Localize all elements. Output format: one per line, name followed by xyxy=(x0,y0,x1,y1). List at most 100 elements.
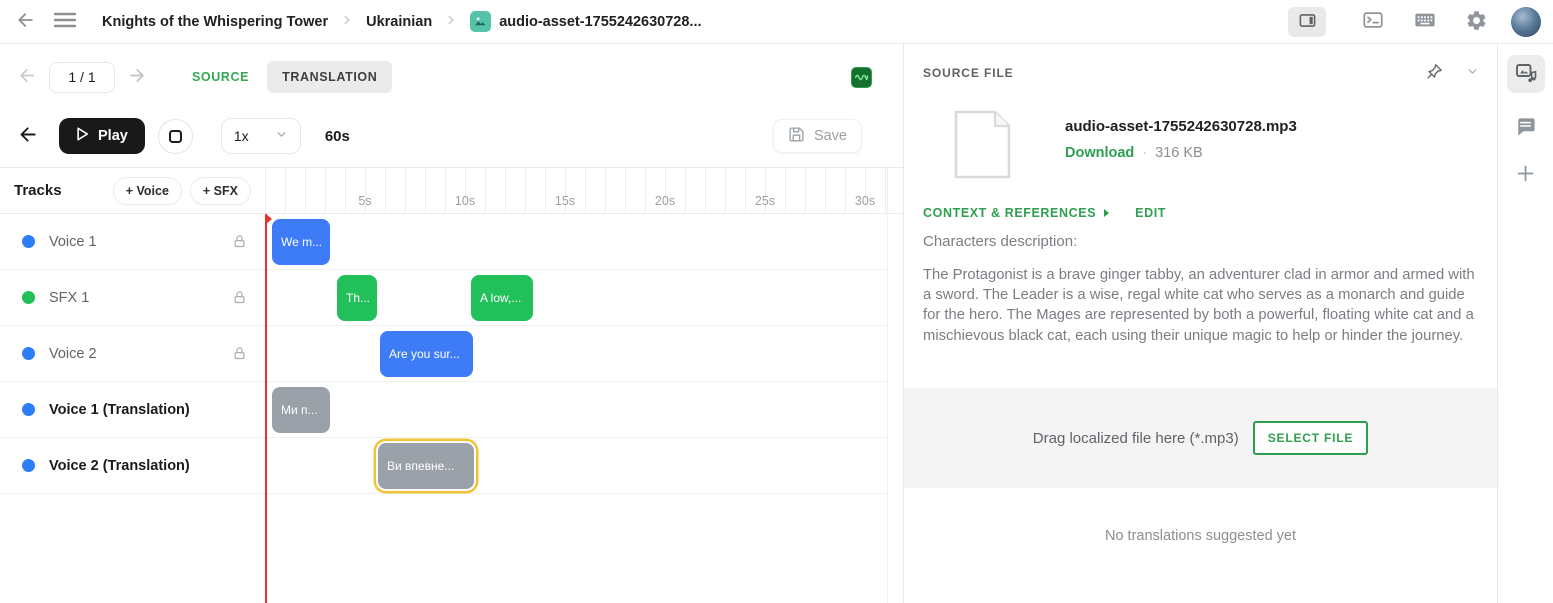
terminal-icon xyxy=(1361,9,1385,34)
chevron-down-icon xyxy=(275,128,288,144)
track-lane[interactable]: Ми п... xyxy=(265,382,887,437)
pager-row: 1 / 1 SOURCE TRANSLATION xyxy=(0,56,903,98)
audio-clip[interactable]: Ви впевне... xyxy=(378,443,474,489)
user-avatar[interactable] xyxy=(1511,7,1541,37)
track-header[interactable]: Voice 2 (Translation) xyxy=(0,438,265,493)
play-button[interactable]: Play xyxy=(59,118,145,154)
context-references-label: CONTEXT & REFERENCES xyxy=(923,206,1096,220)
panel-header: SOURCE FILE xyxy=(923,58,1483,88)
pin-button[interactable] xyxy=(1421,58,1448,88)
breadcrumb-file-label: audio-asset-1755242630728... xyxy=(499,14,701,30)
stop-icon xyxy=(169,130,182,143)
audio-clip[interactable]: Ми п... xyxy=(272,387,330,433)
file-document-icon xyxy=(954,110,1011,184)
play-icon xyxy=(76,127,89,145)
caret-right-icon xyxy=(1104,209,1109,217)
chevron-right-icon xyxy=(444,13,458,31)
breadcrumb: Knights of the Whispering Tower Ukrainia… xyxy=(102,11,702,32)
breadcrumb-file[interactable]: audio-asset-1755242630728... xyxy=(470,11,701,32)
tab-translation[interactable]: TRANSLATION xyxy=(267,61,392,93)
terminal-button[interactable] xyxy=(1357,5,1389,38)
track-color-dot xyxy=(22,347,35,360)
chevron-right-icon xyxy=(340,13,354,31)
menu-button[interactable] xyxy=(50,7,80,36)
track-label: Voice 1 xyxy=(49,234,97,250)
sidebar-layout-icon xyxy=(1297,11,1318,33)
audio-clip[interactable]: Th... xyxy=(337,275,377,321)
audio-clip[interactable]: Are you sur... xyxy=(380,331,473,377)
audio-clip[interactable]: We m... xyxy=(272,219,330,265)
audio-asset-chip-icon[interactable] xyxy=(851,67,872,88)
track-color-dot xyxy=(22,403,35,416)
edit-context-button[interactable]: EDIT xyxy=(1135,206,1166,220)
collapse-panel-button[interactable] xyxy=(1462,61,1483,85)
track-header[interactable]: Voice 1 (Translation) xyxy=(0,382,265,437)
file-sub: Download · 316 KB xyxy=(1065,145,1297,161)
track-label: Voice 2 (Translation) xyxy=(49,458,190,474)
track-color-dot xyxy=(22,291,35,304)
track-label: SFX 1 xyxy=(49,290,89,306)
file-size: 316 KB xyxy=(1155,145,1203,161)
previous-page-button[interactable] xyxy=(14,62,41,92)
track-label: Voice 2 xyxy=(49,346,97,362)
track-lane[interactable]: Are you sur... xyxy=(265,326,887,381)
context-subtitle: Characters description: xyxy=(923,233,1481,250)
track-row: Voice 1 (Translation)Ми п... xyxy=(0,382,887,438)
comments-tab-button[interactable] xyxy=(1514,115,1537,141)
stop-button[interactable] xyxy=(158,119,193,154)
panel-title: SOURCE FILE xyxy=(923,66,1014,80)
tracks-header-left: Tracks + Voice + SFX xyxy=(0,168,265,213)
select-file-button[interactable]: SELECT FILE xyxy=(1253,421,1368,455)
back-button[interactable] xyxy=(12,6,40,37)
ruler-label: 30s xyxy=(855,194,875,208)
source-file-panel: SOURCE FILE audio-asset-1755242 xyxy=(903,44,1497,603)
file-name: audio-asset-1755242630728.mp3 xyxy=(1065,118,1297,135)
exit-editor-button[interactable] xyxy=(14,120,43,152)
save-button[interactable]: Save xyxy=(773,119,862,153)
lock-icon[interactable] xyxy=(232,346,247,361)
playback-speed-select[interactable]: 1x xyxy=(221,118,301,154)
track-header[interactable]: Voice 1 xyxy=(0,214,265,269)
track-row: Voice 1 We m... xyxy=(0,214,887,270)
file-block: audio-asset-1755242630728.mp3 Download ·… xyxy=(954,110,1297,184)
add-voice-track-button[interactable]: + Voice xyxy=(113,177,182,205)
keyboard-button[interactable] xyxy=(1408,5,1442,38)
ruler-label: 5s xyxy=(358,194,371,208)
context-references-link[interactable]: CONTEXT & REFERENCES xyxy=(923,206,1109,220)
track-color-dot xyxy=(22,459,35,472)
lock-icon[interactable] xyxy=(232,234,247,249)
context-description: The Protagonist is a brave ginger tabby,… xyxy=(923,265,1481,346)
track-header[interactable]: Voice 2 xyxy=(0,326,265,381)
timeline-duration: 60s xyxy=(325,128,350,145)
panel-layout-toggle-button[interactable] xyxy=(1288,7,1326,37)
right-rail xyxy=(1497,44,1553,603)
app-root: Knights of the Whispering Tower Ukrainia… xyxy=(0,0,1553,603)
asset-thumbnail-icon xyxy=(470,11,491,32)
lock-icon[interactable] xyxy=(232,290,247,305)
page-indicator[interactable]: 1 / 1 xyxy=(49,62,115,93)
media-asset-tab-button[interactable] xyxy=(1507,55,1545,93)
add-sfx-track-button[interactable]: + SFX xyxy=(190,177,251,205)
track-header[interactable]: SFX 1 xyxy=(0,270,265,325)
track-row: Voice 2 Are you sur... xyxy=(0,326,887,382)
localized-file-dropzone[interactable]: Drag localized file here (*.mp3) SELECT … xyxy=(904,388,1497,488)
next-page-button[interactable] xyxy=(123,62,150,92)
breadcrumb-language[interactable]: Ukrainian xyxy=(366,14,432,30)
timeline-editor: 1 / 1 SOURCE TRANSLATION xyxy=(0,44,903,603)
tracks-title: Tracks xyxy=(14,182,62,199)
audio-asset-icon xyxy=(1514,61,1538,88)
track-lane[interactable]: Th... A low,... xyxy=(265,270,887,325)
play-label: Play xyxy=(98,128,128,144)
tab-source[interactable]: SOURCE xyxy=(182,62,259,92)
download-link[interactable]: Download xyxy=(1065,145,1134,161)
track-lane[interactable]: Ви впевне... xyxy=(265,438,887,493)
add-panel-button[interactable] xyxy=(1515,163,1536,189)
settings-button[interactable] xyxy=(1461,5,1492,39)
breadcrumb-project[interactable]: Knights of the Whispering Tower xyxy=(102,14,328,30)
track-row: Voice 2 (Translation) Ви впевне... xyxy=(0,438,887,494)
track-lane[interactable]: We m... xyxy=(265,214,887,269)
timeline-ruler[interactable]: 5s10s15s20s25s30s xyxy=(265,168,888,213)
chevron-down-icon xyxy=(1466,65,1479,81)
ruler-label: 25s xyxy=(755,194,775,208)
audio-clip[interactable]: A low,... xyxy=(471,275,533,321)
